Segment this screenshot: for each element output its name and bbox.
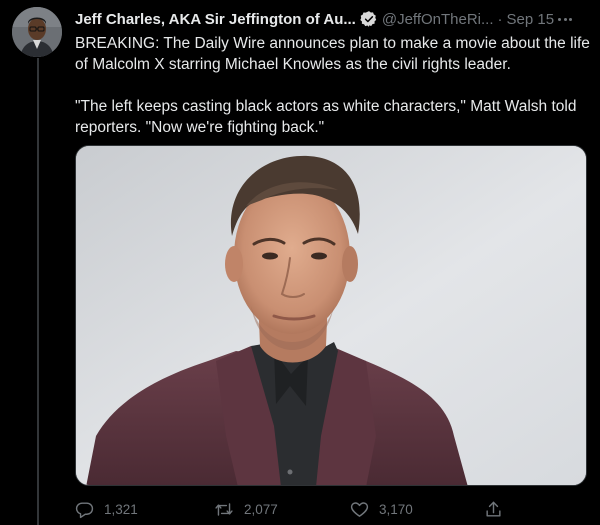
retweet-button[interactable]: 2,077 xyxy=(214,497,278,521)
thread-line xyxy=(37,58,39,525)
share-button[interactable] xyxy=(484,497,503,521)
display-name[interactable]: Jeff Charles, AKA Sir Jeffington of Au..… xyxy=(75,11,356,28)
reply-icon xyxy=(75,500,94,519)
heart-icon xyxy=(350,500,369,519)
avatar[interactable] xyxy=(12,7,62,57)
handle[interactable]: @JeffOnTheRi... xyxy=(382,11,494,28)
tweet: Jeff Charles, AKA Sir Jeffington of Au..… xyxy=(0,0,600,525)
like-button[interactable]: 3,170 xyxy=(350,497,413,521)
reply-button[interactable]: 1,321 xyxy=(75,497,138,521)
share-icon xyxy=(484,500,503,519)
tweet-paragraph: "The left keeps casting black actors as … xyxy=(75,98,577,136)
verified-badge-icon xyxy=(360,10,378,28)
tweet-header: Jeff Charles, AKA Sir Jeffington of Au..… xyxy=(75,8,590,30)
retweet-count: 2,077 xyxy=(244,501,278,517)
separator-dot: · xyxy=(497,10,503,28)
tweet-text: BREAKING: The Daily Wire announces plan … xyxy=(75,33,591,159)
retweet-icon xyxy=(214,500,234,519)
tweet-date[interactable]: Sep 15 xyxy=(507,11,555,28)
action-bar: 1,321 2,077 3,170 xyxy=(75,497,591,521)
more-options-icon[interactable] xyxy=(554,10,576,28)
tweet-photo[interactable] xyxy=(75,145,587,486)
like-count: 3,170 xyxy=(379,501,413,517)
tweet-paragraph: BREAKING: The Daily Wire announces plan … xyxy=(75,35,590,73)
reply-count: 1,321 xyxy=(104,501,138,517)
